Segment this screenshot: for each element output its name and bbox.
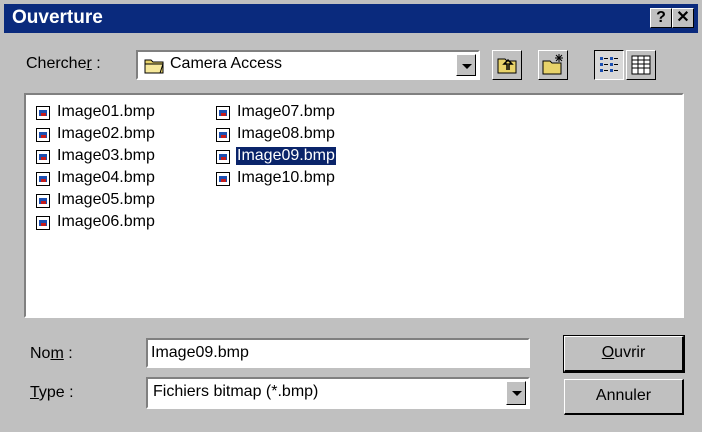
folder-icon [144, 59, 164, 74]
title-bar[interactable]: Ouverture ? ✕ [4, 4, 698, 33]
bitmap-file-icon [36, 194, 50, 208]
list-view-button[interactable] [594, 50, 624, 80]
bitmap-file-icon [216, 128, 230, 142]
bitmap-file-icon [216, 172, 230, 186]
lookin-combo[interactable]: Camera Access [136, 50, 480, 80]
bitmap-file-icon [216, 106, 230, 120]
lookin-label: Chercher : [26, 55, 101, 72]
up-folder-button[interactable] [492, 50, 522, 80]
window-title: Ouverture [12, 7, 103, 28]
bitmap-file-icon [36, 216, 50, 230]
folder-up-icon [497, 58, 517, 74]
open-button[interactable]: Ouvrir [563, 335, 685, 373]
lookin-dropdown-arrow[interactable] [456, 54, 476, 76]
details-view-icon [631, 55, 651, 75]
filename-input[interactable] [146, 338, 530, 368]
new-folder-button[interactable] [538, 50, 568, 80]
bitmap-file-icon [36, 128, 50, 142]
bitmap-file-icon [216, 150, 230, 164]
filename-label: Nom : [30, 345, 73, 362]
close-button[interactable]: ✕ [672, 8, 694, 28]
list-view-icon [600, 57, 618, 72]
bitmap-file-icon [36, 172, 50, 186]
details-view-button[interactable] [626, 50, 656, 80]
new-folder-icon [542, 54, 563, 75]
lookin-value: Camera Access [170, 55, 283, 72]
bitmap-file-icon [36, 106, 50, 120]
bitmap-file-icon [36, 150, 50, 164]
filetype-combo[interactable]: Fichiers bitmap (*.bmp) [146, 377, 530, 409]
file-list[interactable]: Image01.bmp Image02.bmp Image03.bmp Imag… [24, 93, 684, 318]
filetype-dropdown-arrow[interactable] [506, 381, 526, 405]
cancel-button[interactable]: Annuler [564, 379, 684, 415]
open-dialog: Ouverture ? ✕ Chercher : Camera Access I… [0, 0, 702, 432]
filetype-label: Type : [30, 384, 74, 401]
filetype-value: Fichiers bitmap (*.bmp) [153, 383, 319, 400]
help-button[interactable]: ? [650, 8, 672, 28]
